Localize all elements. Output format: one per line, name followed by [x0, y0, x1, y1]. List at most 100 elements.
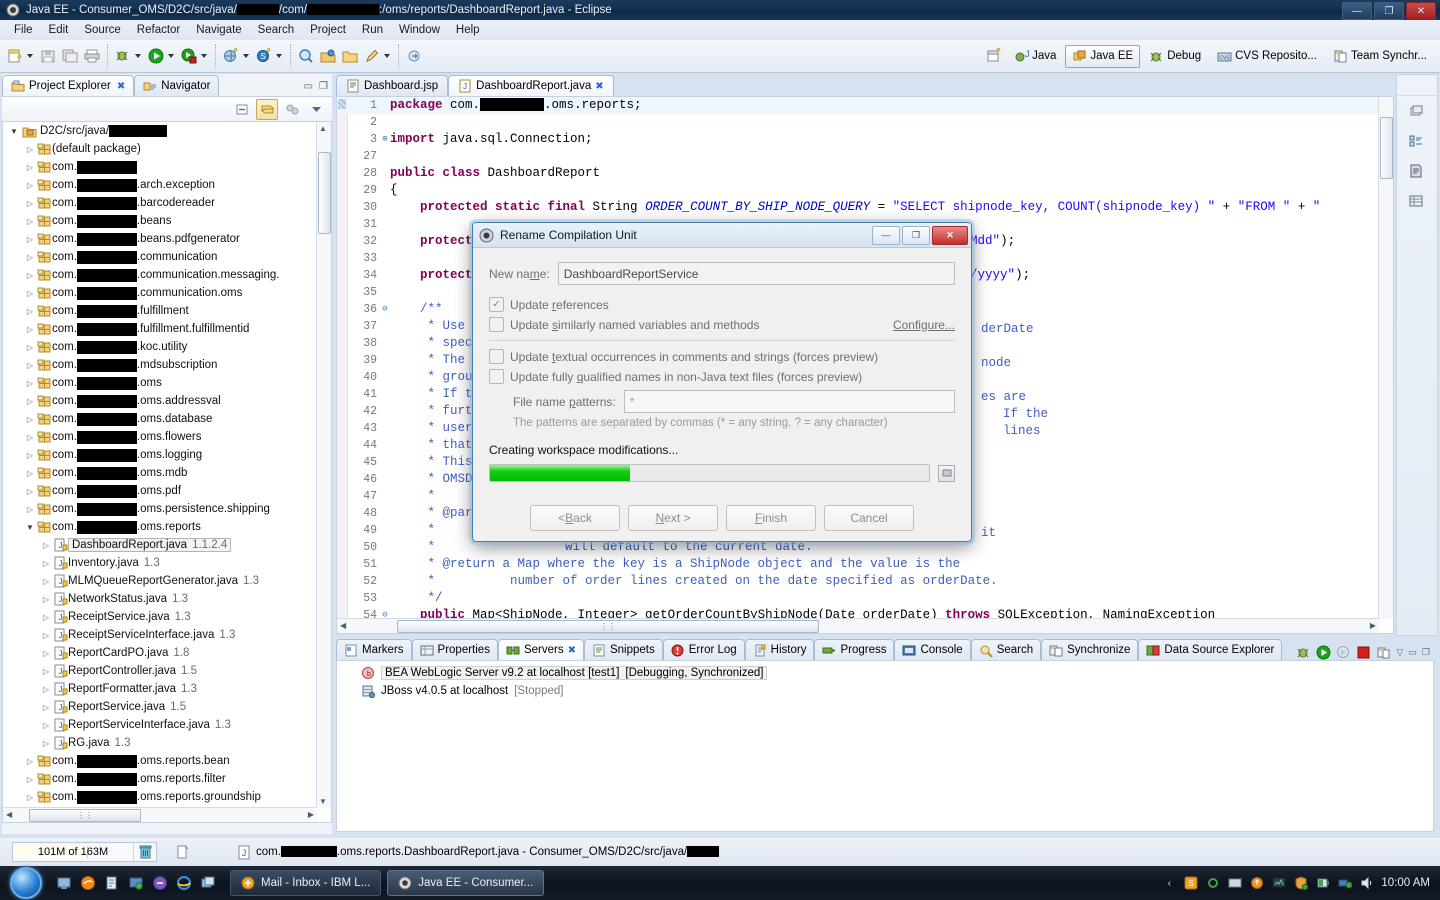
expand-arrow-icon[interactable]: ▷ [23, 433, 37, 442]
update-qualified-names-row[interactable]: Update fully qualified names in non-Java… [489, 369, 955, 384]
fold-marker[interactable]: ⊖ [380, 301, 390, 318]
tree-row[interactable]: ▷com..oms [3, 374, 317, 392]
perspective-java[interactable]: JJava [1007, 45, 1063, 68]
editor-vscrollbar[interactable] [1378, 97, 1393, 619]
sametime-tray-icon[interactable]: S [1183, 875, 1199, 891]
expand-arrow-icon[interactable]: ▷ [23, 343, 37, 352]
save-icon[interactable] [37, 45, 59, 67]
expand-arrow-icon[interactable]: ▷ [23, 505, 37, 514]
bottom-tab-synchronize[interactable]: Synchronize [1041, 639, 1138, 660]
web-dropdown-icon[interactable] [243, 54, 249, 58]
expand-arrow-icon[interactable]: ▷ [23, 217, 37, 226]
tree-row[interactable]: ▷com..communication [3, 248, 317, 266]
tree-row[interactable]: ▷JReportService.java1.5 [3, 698, 317, 716]
new-session-bean-icon[interactable]: S [253, 45, 275, 67]
start-server-icon[interactable] [1316, 645, 1331, 660]
debug-server-icon[interactable] [1296, 645, 1311, 660]
expand-arrow-icon[interactable]: ▷ [39, 577, 53, 586]
tree-row[interactable]: ▷JReportController.java1.5 [3, 662, 317, 680]
tree-row[interactable]: ▷com..communication.oms [3, 284, 317, 302]
new-web-project-icon[interactable] [220, 45, 242, 67]
perspective-java-ee[interactable]: Java EE [1065, 45, 1140, 68]
bottom-minimize-icon[interactable]: ▭ [1408, 647, 1417, 658]
tree-row[interactable]: ▷com..oms.database [3, 410, 317, 428]
perspective-debug[interactable]: Debug [1142, 45, 1208, 68]
editor-tab-dashboardreport-java[interactable]: JDashboardReport.java✖ [448, 75, 613, 96]
scroll-up-icon[interactable]: ▲ [319, 124, 327, 133]
project-tree-hscrollbar[interactable]: ◀ ⋮⋮ ▶ [3, 807, 317, 822]
dialog-minimize-button[interactable]: — [872, 226, 900, 245]
taskbar-item-mail-inbox-ibm-l[interactable]: Mail - Inbox - IBM L... [230, 870, 381, 896]
expand-arrow-icon[interactable]: ▷ [39, 649, 53, 658]
stop-server-icon[interactable] [1356, 645, 1371, 660]
new-wizard-dropdown-icon[interactable] [27, 54, 33, 58]
menu-item-source[interactable]: Source [76, 22, 128, 38]
update-references-row[interactable]: ✓ Update references [489, 297, 955, 312]
tree-row[interactable]: ▼com..oms.reports [3, 518, 317, 536]
update-similar-names-row[interactable]: Update similarly named variables and met… [489, 317, 955, 332]
scroll-left-icon[interactable]: ◀ [6, 810, 12, 819]
perspective-team-synchr[interactable]: Team Synchr... [1326, 45, 1434, 68]
tree-row[interactable]: ▷com..beans.pdfgenerator [3, 230, 317, 248]
tree-row[interactable]: ▷JRG.java1.3 [3, 734, 317, 752]
expand-arrow-icon[interactable]: ▷ [39, 595, 53, 604]
tree-row[interactable]: ▷com..koc.utility [3, 338, 317, 356]
expand-arrow-icon[interactable]: ▷ [39, 703, 53, 712]
menu-item-refactor[interactable]: Refactor [129, 22, 188, 38]
expand-arrow-icon[interactable]: ▷ [23, 307, 37, 316]
tree-row[interactable]: ▷JReceiptService.java1.3 [3, 608, 317, 626]
expand-arrow-icon[interactable]: ▷ [23, 181, 37, 190]
tree-row[interactable]: ▷JInventory.java1.3 [3, 554, 317, 572]
tree-row[interactable]: ▷com..oms.reports.bean [3, 752, 317, 770]
tree-row[interactable]: ▷JReportCardPO.java1.8 [3, 644, 317, 662]
battery-tray-icon[interactable] [1315, 875, 1331, 891]
dialog-button-finish[interactable]: Finish [726, 505, 816, 531]
menu-item-file[interactable]: File [6, 22, 41, 38]
open-resource-icon[interactable] [339, 45, 361, 67]
bottom-tab-error-log[interactable]: Error Log [663, 639, 745, 660]
expand-arrow-icon[interactable]: ▷ [39, 667, 53, 676]
expand-arrow-icon[interactable]: ▷ [23, 793, 37, 802]
tree-row[interactable]: ▷com..fulfillment [3, 302, 317, 320]
publish-server-icon[interactable] [1376, 645, 1391, 660]
tree-row[interactable]: ▷com..mdsubscription [3, 356, 317, 374]
bottom-tab-snippets[interactable]: Snippets [584, 639, 663, 660]
tree-row[interactable]: ▷JNetworkStatus.java1.3 [3, 590, 317, 608]
menu-item-run[interactable]: Run [354, 22, 391, 38]
expand-arrow-icon[interactable]: ▷ [39, 739, 53, 748]
annotation-icon[interactable] [361, 45, 383, 67]
bottom-tab-markers[interactable]: Markers [336, 639, 412, 660]
bottom-tab-properties[interactable]: Properties [412, 639, 498, 660]
expand-arrow-icon[interactable]: ▷ [23, 415, 37, 424]
update-similar-names-checkbox[interactable] [489, 317, 504, 332]
tree-row[interactable]: ▷com..fulfillment.fulfillmentid [3, 320, 317, 338]
bottom-view-menu-icon[interactable]: ▽ [1396, 647, 1403, 658]
expand-arrow-icon[interactable]: ▷ [23, 397, 37, 406]
view-tab-navigator[interactable]: Navigator [134, 75, 219, 96]
expand-arrow-icon[interactable]: ▷ [23, 361, 37, 370]
scroll-down-icon[interactable]: ▼ [319, 797, 327, 806]
minimize-view-icon[interactable]: ▭ [304, 81, 313, 92]
expand-arrow-icon[interactable]: ▷ [39, 613, 53, 622]
run-icon[interactable] [145, 45, 167, 67]
link-with-editor-icon[interactable] [256, 99, 278, 120]
profile-server-icon[interactable] [1336, 645, 1351, 660]
tree-row[interactable]: ▷JReceiptServiceInterface.java1.3 [3, 626, 317, 644]
expand-arrow-icon[interactable]: ▷ [23, 199, 37, 208]
update-textual-occurrences-checkbox[interactable] [489, 349, 504, 364]
bottom-tab-search[interactable]: Search [971, 639, 1041, 660]
outline-view-icon[interactable] [1397, 126, 1435, 156]
dialog-close-button[interactable]: ✕ [932, 226, 968, 245]
expand-arrow-icon[interactable]: ▷ [23, 775, 37, 784]
run-external-tools-icon[interactable] [178, 45, 200, 67]
window-maximize-button[interactable]: ❐ [1374, 2, 1404, 20]
menu-item-help[interactable]: Help [448, 22, 488, 38]
scroll-right-icon[interactable]: ▶ [308, 810, 314, 819]
maximize-view-icon[interactable]: ❐ [319, 81, 328, 92]
tree-row[interactable]: ▷com..beans [3, 212, 317, 230]
dialog-button-back[interactable]: < Back [530, 505, 620, 531]
table-view-icon[interactable] [1397, 186, 1435, 216]
internet-explorer-icon[interactable] [174, 873, 194, 893]
lotus-icon[interactable] [150, 873, 170, 893]
editor-hscrollbar[interactable]: ◀ ⋮⋮ ▶ [337, 618, 1379, 633]
